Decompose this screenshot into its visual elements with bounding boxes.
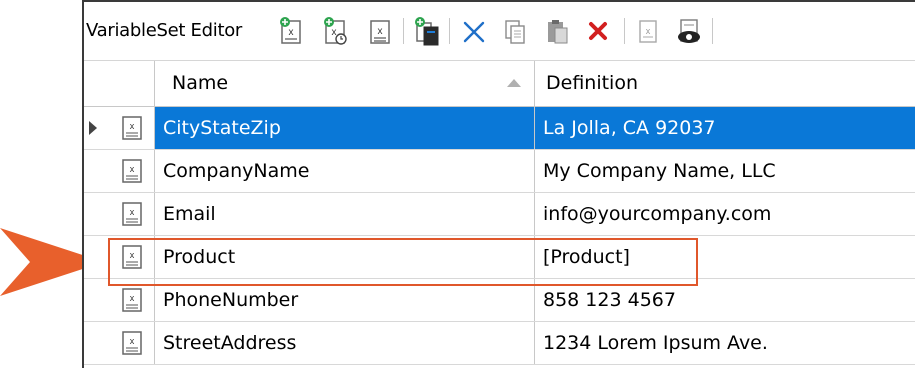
grid-header: Name Definition — [84, 61, 915, 107]
column-header-name[interactable]: Name — [172, 61, 512, 106]
variable-icon: x — [122, 159, 142, 183]
variable-definition-cell[interactable]: [Product] — [534, 236, 915, 278]
variable-definition-cell[interactable]: info@yourcompany.com — [534, 193, 915, 235]
variable-icon: x — [122, 245, 142, 269]
svg-text:x: x — [130, 293, 135, 303]
delete-icon[interactable] — [584, 15, 612, 47]
table-row[interactable]: x StreetAddress 1234 Lorem Ipsum Ave. — [84, 322, 915, 365]
row-selector[interactable] — [84, 107, 106, 149]
toolbar-separator — [624, 18, 625, 44]
variable-name-cell[interactable]: StreetAddress — [154, 322, 534, 364]
variables-grid: Name Definition x CityStateZip La Jolla,… — [84, 61, 915, 365]
variable-name-cell[interactable]: Email — [154, 193, 534, 235]
toolbar-separator — [712, 18, 713, 44]
svg-text:x: x — [130, 164, 135, 174]
new-datetime-variable-icon[interactable]: x — [321, 15, 349, 47]
variable-name-cell[interactable]: Product — [154, 236, 534, 278]
header-divider — [154, 61, 155, 106]
variable-definition-cell[interactable]: 858 123 4567 — [534, 279, 915, 321]
row-selector[interactable] — [84, 236, 106, 278]
svg-text:x: x — [378, 26, 383, 37]
svg-text:x: x — [130, 336, 135, 346]
variable-name-cell[interactable]: CompanyName — [154, 150, 534, 192]
svg-text:x: x — [332, 27, 337, 38]
variable-icon: x — [122, 202, 142, 226]
sort-ascending-icon — [507, 79, 521, 87]
header-divider — [534, 61, 535, 106]
variable-icon: x — [122, 331, 142, 355]
new-variable-icon[interactable]: x — [277, 15, 305, 47]
row-selector[interactable] — [84, 279, 106, 321]
current-row-arrow-icon — [89, 121, 97, 135]
svg-text:x: x — [289, 27, 294, 38]
paste-icon[interactable] — [543, 15, 571, 47]
table-row[interactable]: x Product [Product] — [84, 236, 915, 279]
svg-text:x: x — [130, 207, 135, 217]
variable-icon: x — [122, 116, 142, 140]
table-row[interactable]: x CityStateZip La Jolla, CA 92037 — [84, 107, 915, 150]
variable-definition-cell[interactable]: 1234 Lorem Ipsum Ave. — [534, 322, 915, 364]
row-selector[interactable] — [84, 322, 106, 364]
svg-text:x: x — [646, 26, 651, 36]
table-row[interactable]: x Email info@yourcompany.com — [84, 193, 915, 236]
copy-icon[interactable] — [501, 15, 529, 47]
preview-icon[interactable] — [675, 15, 703, 47]
variableset-editor-window: VariableSet Editor x x x x Name Definiti… — [82, 0, 915, 368]
variable-icon[interactable]: x — [366, 15, 394, 47]
variable-icon: x — [122, 288, 142, 312]
svg-text:x: x — [130, 250, 135, 260]
variable-name-cell[interactable]: CityStateZip — [154, 107, 534, 149]
toolbar-separator — [449, 18, 450, 44]
variable-definition-cell[interactable]: La Jolla, CA 92037 — [534, 107, 915, 149]
editor-title: VariableSet Editor — [86, 20, 243, 41]
import-variables-icon[interactable] — [413, 15, 441, 47]
toolbar-separator — [403, 18, 404, 44]
svg-text:x: x — [130, 121, 135, 131]
row-selector[interactable] — [84, 193, 106, 235]
variable-name-cell[interactable]: PhoneNumber — [154, 279, 534, 321]
toolbar: VariableSet Editor x x x x — [84, 0, 915, 61]
properties-icon[interactable]: x — [634, 15, 662, 47]
table-row[interactable]: x PhoneNumber 858 123 4567 — [84, 279, 915, 322]
table-row[interactable]: x CompanyName My Company Name, LLC — [84, 150, 915, 193]
cut-icon[interactable] — [460, 15, 488, 47]
variable-definition-cell[interactable]: My Company Name, LLC — [534, 150, 915, 192]
column-header-definition[interactable]: Definition — [546, 61, 906, 106]
row-selector[interactable] — [84, 150, 106, 192]
